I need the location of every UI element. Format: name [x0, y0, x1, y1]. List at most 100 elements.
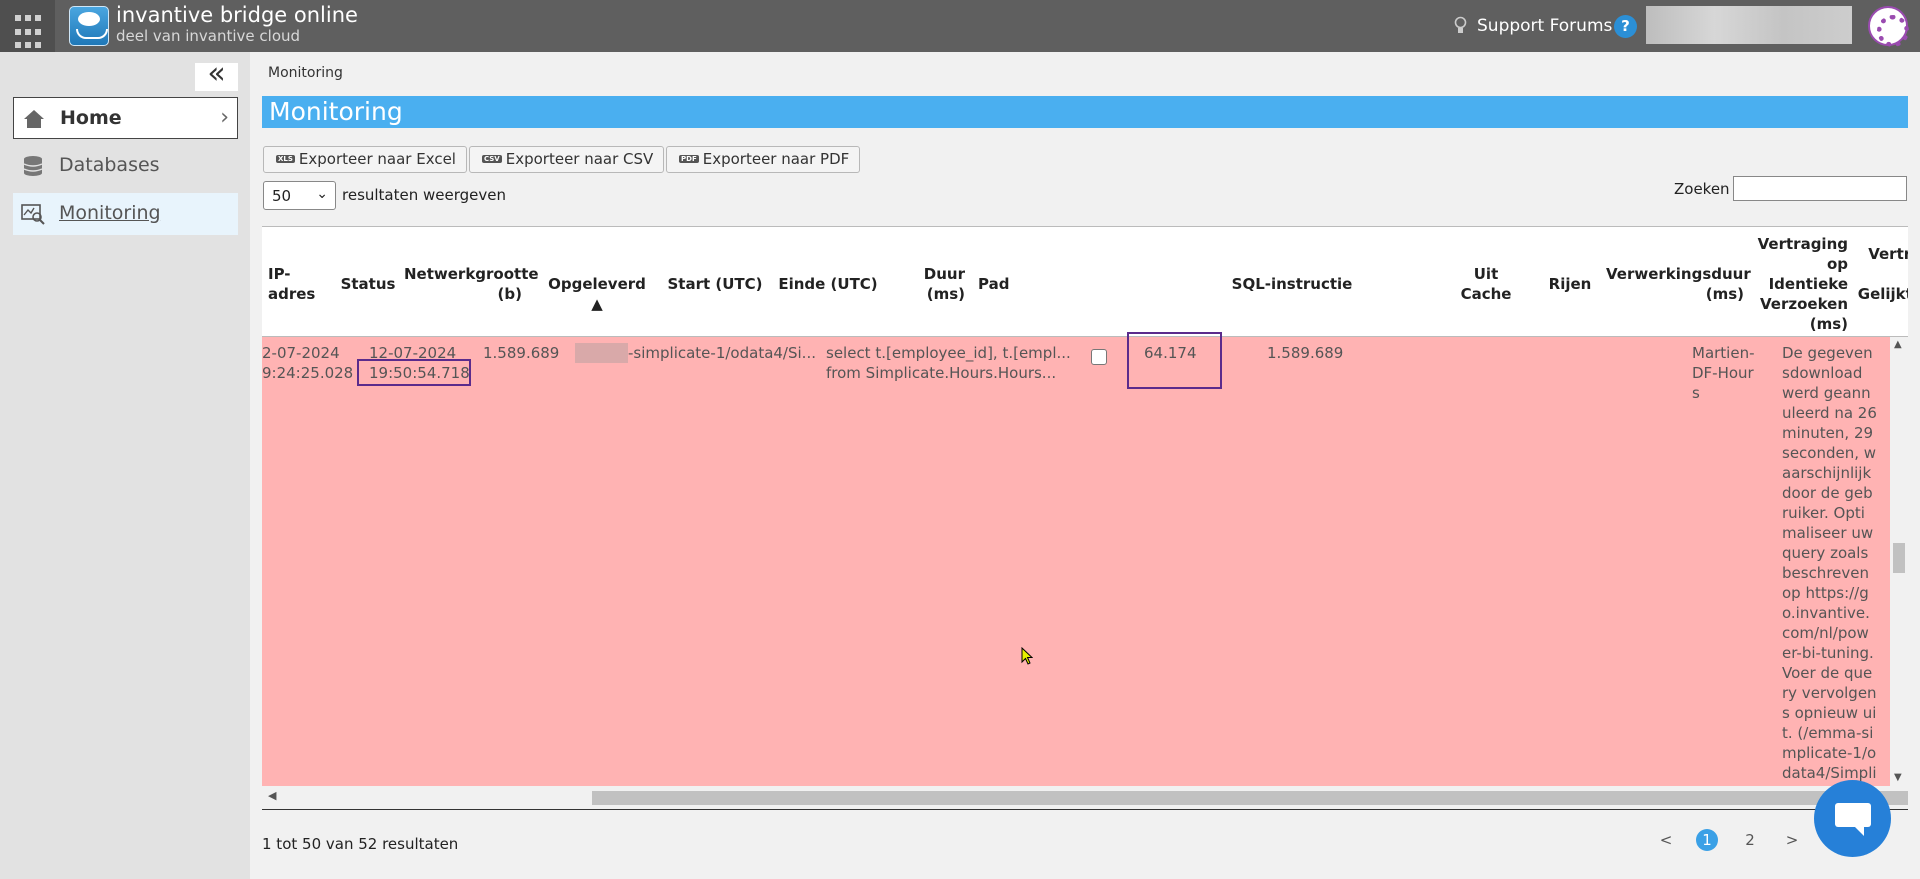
results-info: 1 tot 50 van 52 resultaten: [262, 835, 459, 853]
export-pdf-button[interactable]: PDF Exporteer naar PDF: [666, 146, 861, 173]
sql-line-2: from Simplicate.Hours.Hours...: [826, 364, 1057, 382]
highlight-box: [357, 359, 471, 386]
error-message-cell: De gegevensdownload werd geannuleerd na …: [1782, 344, 1877, 782]
col-label: Vertraging: [1757, 235, 1848, 253]
search-label: Zoeken: [1674, 180, 1730, 198]
page-title: Monitoring: [262, 96, 1908, 128]
rows-cell: 1.589.689: [1267, 344, 1344, 362]
col-label: op: [1826, 255, 1848, 273]
pagination-next[interactable]: >: [1781, 829, 1803, 851]
start-date-cell: 2-07-2024: [262, 344, 340, 362]
page-length-value: 50: [272, 187, 292, 205]
table-header: IP- adres Status Netwerkgrootte (b) Opge…: [262, 226, 1908, 337]
col-label: Rijen: [1548, 275, 1592, 293]
col-label: adres: [268, 285, 316, 303]
col-status[interactable]: Status: [338, 274, 398, 294]
help-icon[interactable]: ?: [1614, 15, 1637, 38]
col-start-utc[interactable]: Start (UTC): [665, 274, 765, 294]
invantive-logo-icon[interactable]: [69, 6, 109, 46]
app-subtitle: deel van invantive cloud: [116, 27, 301, 45]
sidebar-item-monitoring[interactable]: Monitoring: [13, 193, 238, 235]
sql-line-1: select t.[employee_id], t.[empl...: [826, 344, 1071, 362]
horizontal-scrollbar[interactable]: ◀: [262, 786, 1908, 810]
support-forums-link[interactable]: Support Forums: [1477, 16, 1612, 36]
pdf-file-icon: PDF: [679, 155, 699, 163]
pagination-page-1[interactable]: 1: [1696, 829, 1718, 851]
monitoring-table: IP- adres Status Netwerkgrootte (b) Opge…: [262, 226, 1908, 810]
sidebar-item-home[interactable]: Home ›: [13, 97, 238, 139]
chevron-right-icon: ›: [220, 105, 229, 130]
lightbulb-icon: [1454, 16, 1467, 33]
database-icon: [23, 156, 43, 176]
path-cell: -simplicate-1/odata4/Si...: [628, 344, 816, 362]
col-label: (b): [497, 285, 522, 303]
search-input[interactable]: [1733, 176, 1907, 201]
chevron-down-icon: ⌄: [316, 186, 328, 202]
avatar[interactable]: [1868, 6, 1909, 47]
col-label: Pad: [978, 275, 1010, 293]
pagination-page-2[interactable]: 2: [1739, 829, 1761, 851]
sidebar-item-databases[interactable]: Databases: [13, 145, 238, 187]
col-label: (ms): [926, 285, 965, 303]
app-grid-icon[interactable]: [0, 0, 55, 52]
horizontal-scroll-thumb[interactable]: [592, 791, 1908, 805]
user-cell-line-3: s: [1692, 384, 1700, 402]
user-name-redacted[interactable]: [1646, 6, 1852, 44]
col-label: Status: [340, 275, 396, 293]
col-label: Einde (UTC): [778, 275, 878, 293]
col-from-cache[interactable]: Uit Cache: [1458, 264, 1514, 304]
col-label: Netwerkgrootte: [404, 265, 539, 283]
xls-file-icon: XLS: [276, 155, 295, 163]
col-label: Opgeleverd ▲: [548, 275, 646, 313]
from-cache-checkbox[interactable]: [1091, 349, 1107, 365]
vertical-scroll-thumb[interactable]: [1893, 543, 1905, 573]
col-label: Start (UTC): [667, 275, 763, 293]
app-title: invantive bridge online: [116, 3, 358, 27]
pagination-previous[interactable]: <: [1655, 829, 1677, 851]
scroll-down-icon[interactable]: ▼: [1894, 772, 1902, 783]
user-cell-line-1: Martien-: [1692, 344, 1755, 362]
col-label: Verwerkingsduur: [1606, 265, 1751, 283]
col-label: (ms): [1809, 315, 1848, 333]
col-sql[interactable]: SQL-instructie: [1222, 274, 1362, 294]
sidebar-item-label: Databases: [59, 154, 160, 176]
double-chevron-left-icon[interactable]: «: [195, 59, 238, 91]
sidebar-item-label: Home: [60, 107, 122, 129]
button-label: Exporteer naar CSV: [505, 150, 654, 168]
sidebar-item-label: Monitoring: [59, 202, 161, 224]
chat-icon[interactable]: [1814, 780, 1891, 857]
col-end-utc[interactable]: Einde (UTC): [778, 274, 878, 294]
col-path[interactable]: Pad: [978, 274, 1018, 294]
col-label: Identieke: [1768, 275, 1848, 293]
col-processing-duration[interactable]: Verwerkingsduur (ms): [1606, 264, 1751, 304]
home-icon: [24, 110, 44, 128]
col-label: Cache: [1460, 285, 1512, 303]
col-delivered[interactable]: Opgeleverd ▲: [542, 274, 652, 314]
col-network-size[interactable]: Netwerkgrootte (b): [404, 264, 539, 304]
button-label: Exporteer naar PDF: [702, 150, 850, 168]
col-delay-concurrent[interactable]: Vertrag Ma Gelijktijc: [1852, 244, 1908, 304]
highlight-box: [1127, 332, 1222, 389]
page-length-label: resultaten weergeven: [342, 186, 507, 204]
scroll-up-icon[interactable]: ▲: [1894, 339, 1902, 350]
col-label: Ma: [1852, 264, 1908, 284]
scroll-left-icon[interactable]: ◀: [268, 789, 276, 802]
table-row[interactable]: 2-07-2024 9:24:25.028 12-07-2024 19:50:5…: [262, 332, 1890, 786]
col-label: IP-: [268, 265, 291, 283]
csv-file-icon: CSV: [482, 155, 502, 163]
monitoring-icon: [21, 204, 45, 225]
breadcrumb[interactable]: Monitoring: [268, 65, 343, 81]
col-rows[interactable]: Rijen: [1542, 274, 1598, 294]
col-label: Duur: [923, 265, 965, 283]
export-excel-button[interactable]: XLS Exporteer naar Excel: [263, 146, 467, 173]
col-label: Uit: [1473, 265, 1499, 283]
top-bar: invantive bridge online deel van invanti…: [0, 0, 1920, 52]
export-csv-button[interactable]: CSV Exporteer naar CSV: [469, 146, 665, 173]
col-label: (ms): [1705, 285, 1744, 303]
col-ip-address[interactable]: IP- adres: [268, 264, 316, 304]
mouse-cursor-icon: [1021, 647, 1033, 665]
col-delay-identical[interactable]: Vertraging op Identieke Verzoeken (ms): [1748, 234, 1848, 334]
page-length-select[interactable]: 50 ⌄: [263, 181, 336, 210]
col-duration[interactable]: Duur (ms): [915, 264, 965, 304]
vertical-scrollbar[interactable]: ▲ ▼: [1890, 337, 1908, 786]
